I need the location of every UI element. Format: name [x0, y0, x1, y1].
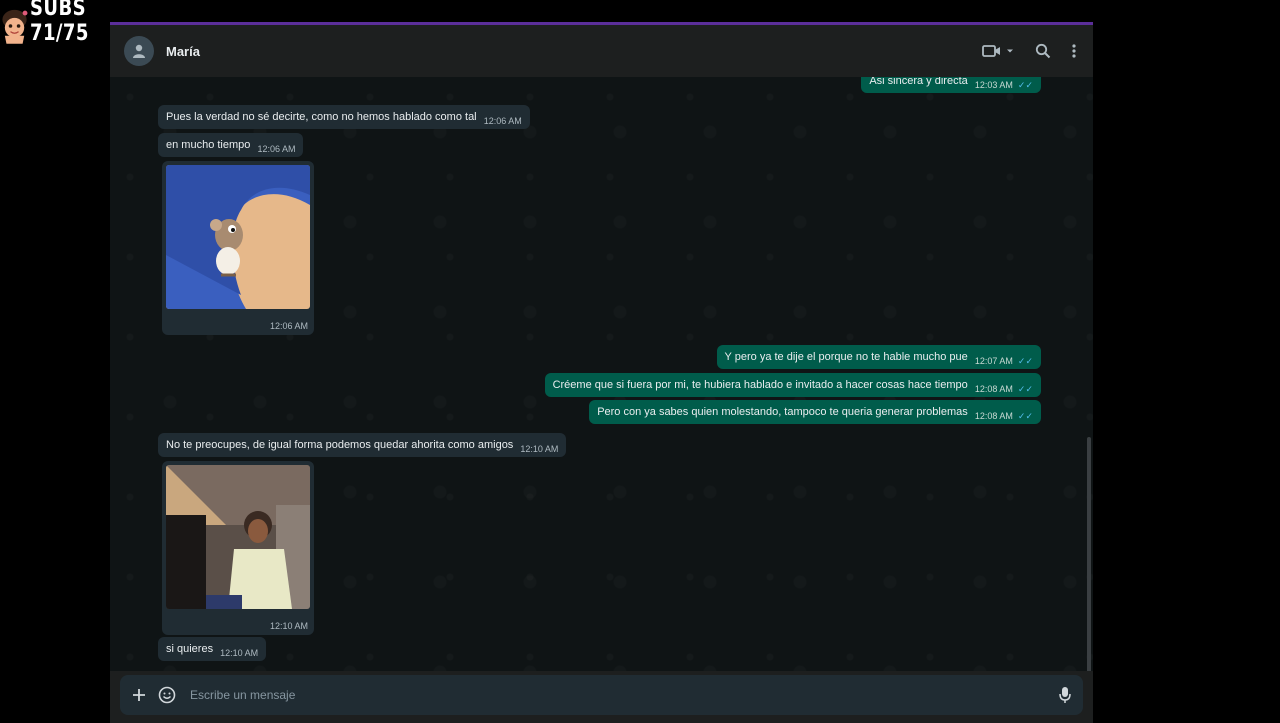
message-outgoing[interactable]: Pero con ya sabes quien molestando, tamp…	[589, 400, 1041, 424]
sticker-button[interactable]	[158, 686, 176, 704]
person-photo	[166, 465, 310, 609]
search-icon	[1035, 43, 1051, 59]
sticker-icon	[158, 686, 176, 704]
read-ticks-icon: ✓✓	[1017, 411, 1033, 421]
plus-icon	[133, 689, 145, 701]
chat-header: María	[110, 25, 1093, 77]
search-button[interactable]	[1035, 43, 1051, 59]
message-time: 12:10 AM	[269, 621, 308, 631]
message-time: 12:10 AM	[520, 444, 559, 454]
read-ticks-icon: ✓✓	[1017, 356, 1033, 366]
message-text: Créeme que si fuera por mi, te hubiera h…	[552, 379, 968, 391]
message-incoming[interactable]: en mucho tiempo 12:06 AM	[158, 133, 304, 157]
composer	[110, 671, 1093, 723]
voice-message-button[interactable]	[1059, 686, 1071, 704]
mic-icon	[1059, 687, 1071, 703]
sticker-image	[166, 165, 310, 309]
menu-button[interactable]	[1071, 43, 1077, 59]
attach-button[interactable]	[132, 688, 146, 702]
video-call-button[interactable]	[982, 44, 1015, 58]
chat-scrollbar[interactable]	[1087, 437, 1091, 671]
read-ticks-icon: ✓✓	[1017, 384, 1033, 394]
photo-message[interactable]: 12:10 AM	[162, 461, 314, 635]
message-time: 12:03 AM	[974, 80, 1013, 90]
message-outgoing[interactable]: Créeme que si fuera por mi, te hubiera h…	[544, 373, 1041, 397]
subs-counter: SUBS 71/75	[30, 0, 90, 46]
message-time: 12:06 AM	[483, 116, 522, 126]
message-text: Pero con ya sabes quien molestando, tamp…	[597, 406, 968, 418]
message-time: 12:08 AM	[974, 411, 1013, 421]
message-time: 12:07 AM	[974, 356, 1013, 366]
streamer-avatar-icon	[2, 9, 28, 44]
message-input[interactable]	[188, 687, 1059, 703]
message-incoming[interactable]: Pues la verdad no sé decirte, como no he…	[158, 105, 530, 129]
cartoon-mouse-sticker	[166, 165, 310, 309]
message-text: Asi sincera y directa	[869, 77, 968, 87]
message-incoming[interactable]: No te preocupes, de igual forma podemos …	[158, 433, 567, 457]
message-time: 12:06 AM	[257, 144, 296, 154]
message-text: Y pero ya te dije el porque no te hable …	[724, 351, 968, 363]
message-text: No te preocupes, de igual forma podemos …	[166, 439, 514, 451]
message-incoming[interactable]: si quieres 12:10 AM	[158, 637, 267, 661]
more-vert-icon	[1072, 44, 1076, 58]
message-text: Pues la verdad no sé decirte, como no he…	[166, 111, 477, 123]
message-outgoing[interactable]: Asi sincera y directa 12:03 AM ✓✓	[861, 77, 1041, 93]
message-time: 12:10 AM	[220, 648, 259, 658]
stream-overlay: SUBS 71/75	[0, 0, 150, 52]
video-call-icon	[982, 45, 1000, 57]
photo-image	[166, 465, 310, 609]
message-outgoing[interactable]: Y pero ya te dije el porque no te hable …	[716, 345, 1041, 369]
chat-messages[interactable]: Asi sincera y directa 12:03 AM ✓✓ Pues l…	[110, 77, 1093, 671]
message-time: 12:06 AM	[269, 321, 308, 331]
sticker-message[interactable]: 12:06 AM	[162, 161, 314, 335]
whatsapp-window: María Asi sincera y directa 12:03 AM ✓✓ …	[110, 22, 1093, 723]
chevron-down-icon	[1007, 49, 1013, 53]
contact-name[interactable]: María	[166, 44, 200, 59]
message-time: 12:08 AM	[974, 384, 1013, 394]
read-ticks-icon: ✓✓	[1017, 80, 1033, 90]
message-text: en mucho tiempo	[166, 139, 251, 151]
message-text: si quieres	[166, 643, 214, 655]
composer-row	[120, 675, 1083, 715]
